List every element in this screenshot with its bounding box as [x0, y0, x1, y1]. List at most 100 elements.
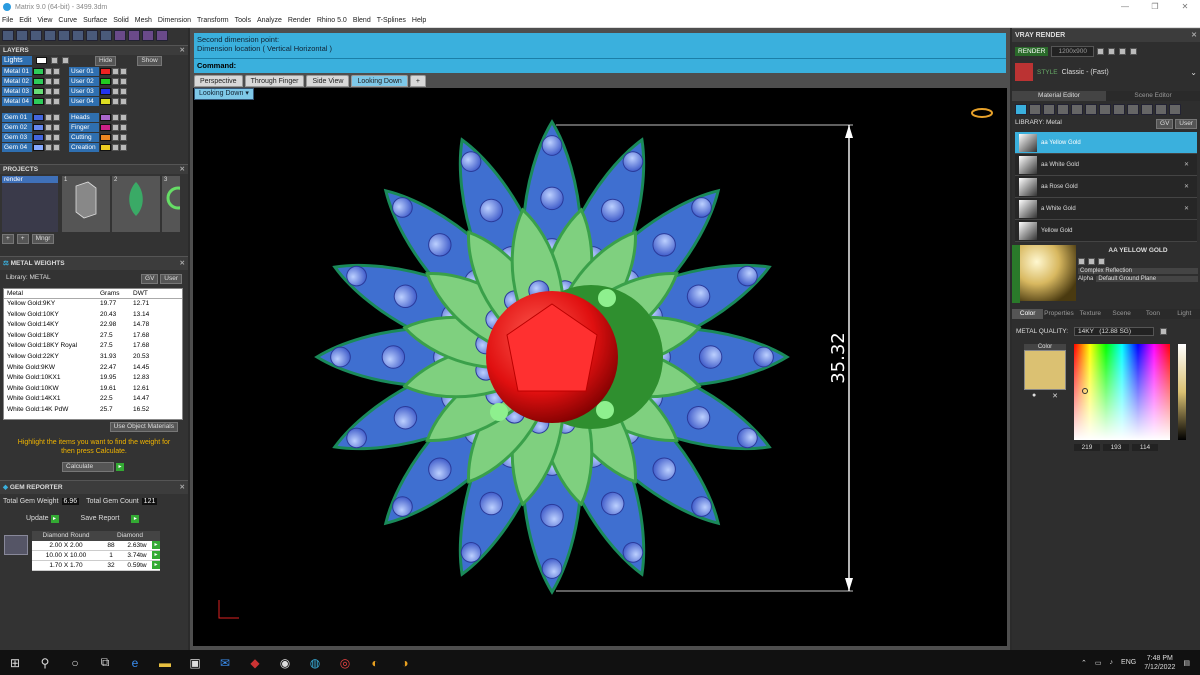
tab-toon[interactable]: Toon — [1137, 309, 1169, 319]
settings-icon[interactable] — [1108, 48, 1116, 55]
select-gems-icon[interactable]: ▸ — [152, 541, 160, 549]
menu-tools[interactable]: Tools — [235, 17, 251, 24]
menu-help[interactable]: Help — [412, 17, 426, 24]
table-row[interactable]: Yellow Gold:22KY 31.93 20.53 — [4, 352, 182, 363]
user-toggle[interactable]: User — [1175, 119, 1197, 129]
bulb-icon[interactable] — [120, 67, 127, 75]
material-tool-icon[interactable] — [1169, 104, 1181, 115]
table-row[interactable]: White Gold:14K PdW 25.7 16.52 — [4, 405, 182, 416]
material-tool-icon[interactable] — [1099, 104, 1111, 115]
show-button[interactable]: Show — [137, 55, 162, 66]
lock-icon[interactable] — [112, 123, 119, 131]
layer-color-swatch[interactable] — [33, 77, 44, 85]
layer-swatch[interactable] — [36, 57, 47, 64]
tab-color[interactable]: Color — [1012, 309, 1044, 319]
material-tool-icon[interactable] — [1071, 104, 1083, 115]
view-name-dropdown[interactable]: Looking Down ▾ — [194, 88, 254, 100]
red-field[interactable]: 219 — [1074, 444, 1100, 451]
gv-toggle[interactable]: GV — [1156, 119, 1174, 129]
layer-color-swatch[interactable] — [100, 97, 111, 105]
layer-name[interactable]: Heads — [69, 112, 99, 122]
network-icon[interactable]: ▭ — [1095, 659, 1102, 667]
bulb-icon[interactable] — [53, 113, 60, 121]
chrome-icon[interactable]: ◎ — [337, 655, 353, 671]
task-view-icon[interactable]: ⧉ — [97, 655, 113, 671]
close-button[interactable]: ✕ — [1170, 0, 1200, 14]
tool-icon[interactable] — [114, 30, 126, 41]
tool-icon[interactable] — [142, 30, 154, 41]
layer-color-swatch[interactable] — [33, 123, 44, 131]
chevron-up-icon[interactable]: ⌃ — [1081, 659, 1087, 667]
layer-color-swatch[interactable] — [100, 133, 111, 141]
lock-icon[interactable] — [45, 77, 52, 85]
menu-tsplines[interactable]: T-Splines — [377, 17, 406, 24]
bulb-icon[interactable] — [53, 97, 60, 105]
settings-icon[interactable] — [1119, 48, 1127, 55]
tool-icon[interactable] — [30, 30, 42, 41]
menu-transform[interactable]: Transform — [197, 17, 229, 24]
lock-icon[interactable] — [112, 87, 119, 95]
use-object-materials-button[interactable]: Use Object Materials — [109, 422, 178, 432]
menu-blend[interactable]: Blend — [353, 17, 371, 24]
close-icon[interactable]: ✕ — [180, 481, 185, 494]
resolution-field[interactable]: 1200x900 — [1051, 46, 1095, 57]
layer-name[interactable]: Metal 02 — [2, 76, 32, 86]
calculate-button[interactable]: Calculate — [62, 462, 114, 472]
layer-name[interactable]: Gem 01 — [2, 112, 32, 122]
table-row[interactable]: Yellow Gold:10KY 20.43 13.14 — [4, 310, 182, 321]
calculate-arrow-icon[interactable]: ▸ — [115, 463, 124, 471]
close-icon[interactable]: ✕ — [1191, 29, 1197, 42]
app-icon[interactable]: ◑ — [397, 655, 413, 671]
clear-icon[interactable]: ✕ — [1052, 392, 1058, 400]
layer-name[interactable]: User 01 — [69, 66, 99, 76]
bulb-icon[interactable] — [120, 133, 127, 141]
edge-icon[interactable]: e — [127, 655, 143, 671]
reflection-dropdown[interactable]: Complex Reflection — [1078, 268, 1198, 274]
notification-icon[interactable]: ▤ — [1183, 659, 1190, 667]
viewport[interactable]: 35.32 — [193, 88, 1007, 646]
lights-layer[interactable]: Lights — [2, 56, 32, 65]
gem-row[interactable]: 2.00 X 2.00 88 2.63tw ▸ — [32, 541, 160, 551]
bulb-icon[interactable] — [120, 143, 127, 151]
matrix-icon[interactable]: ◍ — [307, 655, 323, 671]
close-icon[interactable]: ✕ — [180, 46, 185, 55]
search-icon[interactable]: ⚲ — [37, 655, 53, 671]
style-dropdown[interactable]: Classic - (Fast) — [1062, 69, 1109, 76]
menu-render[interactable]: Render — [288, 17, 311, 24]
layer-name[interactable]: Metal 01 — [2, 66, 32, 76]
bulb-icon[interactable] — [53, 77, 60, 85]
table-row[interactable]: Yellow Gold:18KY Royal 27.5 17.68 — [4, 341, 182, 352]
layer-color-swatch[interactable] — [33, 87, 44, 95]
app-icon[interactable]: ◉ — [277, 655, 293, 671]
gv-toggle[interactable]: GV — [141, 274, 159, 284]
lock-icon[interactable] — [45, 97, 52, 105]
windows-start-icon[interactable]: ⊞ — [7, 655, 23, 671]
layer-color-swatch[interactable] — [33, 67, 44, 75]
metal-quality-dropdown[interactable]: 14KY (12.88 SG) — [1074, 327, 1155, 336]
tab-looking-down[interactable]: Looking Down — [351, 75, 408, 87]
tool-icon[interactable] — [128, 30, 140, 41]
tab-light[interactable]: Light — [1168, 309, 1200, 319]
table-row[interactable]: White Gold:9KW 22.47 14.45 — [4, 363, 182, 374]
lock-icon[interactable] — [112, 133, 119, 141]
tab-scene[interactable]: Scene — [1105, 309, 1138, 319]
layer-name[interactable]: User 02 — [69, 76, 99, 86]
bulb-icon[interactable] — [62, 57, 69, 64]
menu-dimension[interactable]: Dimension — [158, 17, 191, 24]
select-gems-icon[interactable]: ▸ — [152, 561, 160, 569]
file-explorer-icon[interactable]: ▬ — [157, 655, 173, 671]
bulb-icon[interactable] — [53, 133, 60, 141]
lock-icon[interactable] — [112, 77, 119, 85]
gem-row[interactable]: 1.70 X 1.70 32 0.59tw ▸ — [32, 561, 160, 571]
table-row[interactable]: White Gold:10KX1 19.95 12.83 — [4, 373, 182, 384]
table-row[interactable]: White Gold:10KW 19.61 12.61 — [4, 384, 182, 395]
material-tool-icon[interactable] — [1113, 104, 1125, 115]
material-tool-icon[interactable] — [1057, 104, 1069, 115]
material-item[interactable]: Yellow Gold — [1015, 220, 1197, 242]
metal-quality-icon[interactable] — [1160, 328, 1168, 335]
lock-icon[interactable] — [45, 67, 52, 75]
tool-icon[interactable] — [72, 30, 84, 41]
maximize-button[interactable]: ❐ — [1140, 0, 1170, 14]
menu-file[interactable]: File — [2, 17, 13, 24]
menu-solid[interactable]: Solid — [113, 17, 129, 24]
